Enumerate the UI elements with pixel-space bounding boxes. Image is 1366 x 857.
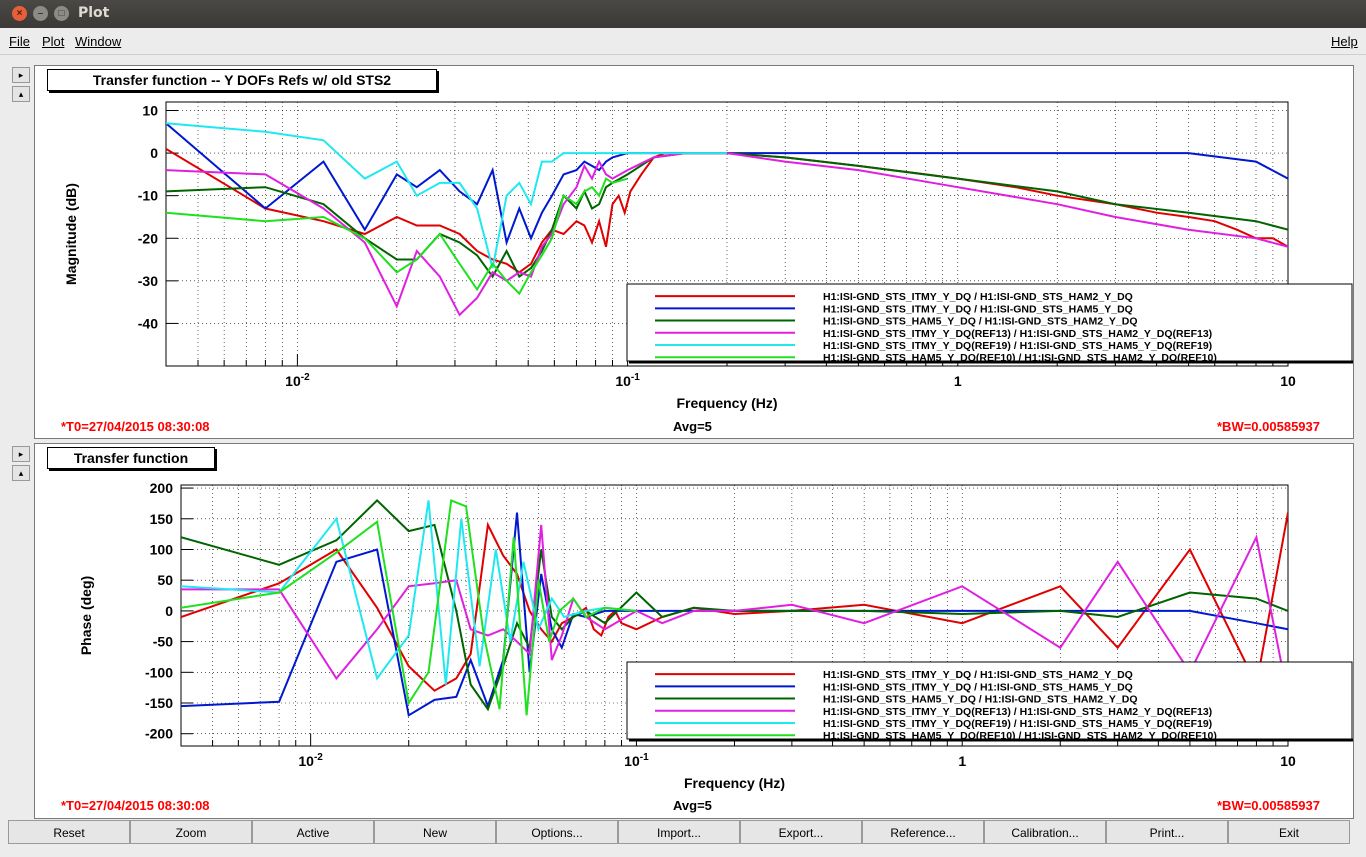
export-button[interactable]: Export...	[740, 820, 862, 844]
menu-help-label: Help	[1331, 34, 1358, 49]
minimize-icon[interactable]: –	[33, 6, 48, 21]
pad1-bw: *BW=0.00585937	[1217, 419, 1320, 434]
reference-button[interactable]: Reference...	[862, 820, 984, 844]
mag-xtick-label: 1	[954, 373, 962, 389]
pad1-title: Transfer function -- Y DOFs Refs w/ old …	[92, 72, 392, 88]
pad2-avg: Avg=5	[673, 798, 712, 813]
menu-window-label: Window	[75, 34, 122, 49]
mag-ytick-label: -10	[138, 188, 158, 204]
menu-bar: File Plot Window Help	[0, 28, 1366, 55]
phase-ytick-label: 50	[157, 572, 173, 588]
pad1-t0: *T0=27/04/2015 08:30:08	[61, 419, 210, 434]
mag-legend-label-3: H1:ISI-GND_STS_ITMY_Y_DQ(REF13) / H1:ISI…	[823, 328, 1212, 340]
options-button[interactable]: Options...	[496, 820, 618, 844]
plot-pad-phase[interactable]: 200 150 100 50 0 -50 -100 -150 -200 10-2 10-1 1 10 Fr…	[34, 443, 1354, 819]
phase-xtick-label: 1	[958, 753, 966, 769]
mag-yaxis-label: Magnitude (dB)	[63, 183, 79, 285]
pad1-expand-up-icon[interactable]: ▴	[12, 86, 30, 102]
calibration-button[interactable]: Calibration...	[984, 820, 1106, 844]
pad2-t0: *T0=27/04/2015 08:30:08	[61, 798, 210, 813]
import-button[interactable]: Import...	[618, 820, 740, 844]
menu-plot[interactable]: Plot	[42, 34, 64, 49]
phase-ytick-label: -50	[153, 634, 173, 650]
button-bar: Reset Zoom Active New Options... Import.…	[8, 820, 1358, 846]
mag-xtick-label: 10-2	[285, 372, 310, 389]
phase-ytick-label: 150	[150, 511, 174, 527]
mag-ytick-label: -40	[138, 315, 158, 331]
pad2-title: Transfer function	[73, 450, 189, 466]
mag-xtick-label: 10	[1280, 373, 1296, 389]
mag-xaxis-label: Frequency (Hz)	[676, 395, 777, 411]
close-icon[interactable]: ×	[12, 6, 27, 21]
zoom-button[interactable]: Zoom	[130, 820, 252, 844]
reset-button[interactable]: Reset	[8, 820, 130, 844]
pad2-bw: *BW=0.00585937	[1217, 798, 1320, 813]
new-button[interactable]: New	[374, 820, 496, 844]
mag-xtick-label: 10-1	[615, 372, 640, 389]
mag-ytick-label: -30	[138, 273, 158, 289]
phase-ytick-label: -150	[145, 695, 173, 711]
phase-legend-label-4: H1:ISI-GND_STS_ITMY_Y_DQ(REF19) / H1:ISI…	[823, 718, 1212, 730]
phase-xtick-label: 10-2	[298, 752, 323, 769]
menu-help[interactable]: Help	[1331, 34, 1358, 49]
pad2-expand-up-icon[interactable]: ▴	[12, 465, 30, 481]
phase-xtick-label: 10	[1280, 753, 1296, 769]
maximize-icon[interactable]: □	[54, 6, 69, 21]
phase-chart: 200 150 100 50 0 -50 -100 -150 -200 10-2 10-1 1 10 Fr…	[78, 480, 1353, 791]
phase-ytick-label: -100	[145, 664, 173, 680]
phase-legend-label-5: H1:ISI-GND_STS_HAM5_Y_DQ(REF10) / H1:ISI…	[823, 730, 1217, 742]
mag-legend-label-0: H1:ISI-GND_STS_ITMY_Y_DQ / H1:ISI-GND_ST…	[823, 291, 1133, 303]
mag-ytick-label: 0	[150, 145, 158, 161]
mag-ytick-label: -20	[138, 230, 158, 246]
phase-ytick-label: 0	[165, 603, 173, 619]
mag-legend-label-2: H1:ISI-GND_STS_HAM5_Y_DQ / H1:ISI-GND_ST…	[823, 316, 1138, 328]
window-titlebar: × – □ Plot	[0, 0, 1366, 28]
magnitude-chart: 10 0 -10 -20 -30 -40 10-2 10-1 1 10 Frequency (Hz)…	[63, 101, 1353, 411]
phase-ytick-label: 100	[150, 541, 174, 557]
pad1-expand-right-icon[interactable]: ▸	[12, 67, 30, 83]
phase-ytick-label: -200	[145, 726, 173, 742]
menu-file-label: File	[9, 34, 30, 49]
menu-plot-label: Plot	[42, 34, 65, 49]
phase-xaxis-label: Frequency (Hz)	[684, 775, 785, 791]
menu-file[interactable]: File	[9, 34, 30, 49]
mag-ytick-label: 10	[142, 103, 158, 119]
mag-legend-label-4: H1:ISI-GND_STS_ITMY_Y_DQ(REF19) / H1:ISI…	[823, 340, 1212, 352]
phase-legend-label-0: H1:ISI-GND_STS_ITMY_Y_DQ / H1:ISI-GND_ST…	[823, 669, 1133, 681]
mag-legend-label-1: H1:ISI-GND_STS_ITMY_Y_DQ / H1:ISI-GND_ST…	[823, 303, 1133, 315]
phase-yaxis-label: Phase (deg)	[78, 576, 94, 655]
plot-pad-magnitude[interactable]: 10 0 -10 -20 -30 -40 10-2 10-1 1 10 Frequency (Hz)…	[34, 65, 1354, 439]
window-title: Plot	[78, 5, 110, 21]
pad1-title-box: Transfer function -- Y DOFs Refs w/ old …	[47, 69, 437, 91]
phase-legend-label-1: H1:ISI-GND_STS_ITMY_Y_DQ / H1:ISI-GND_ST…	[823, 681, 1133, 693]
mag-legend-label-5: H1:ISI-GND_STS_HAM5_Y_DQ(REF10) / H1:ISI…	[823, 352, 1217, 364]
pad2-expand-right-icon[interactable]: ▸	[12, 446, 30, 462]
phase-ytick-label: 200	[150, 480, 174, 496]
print-button[interactable]: Print...	[1106, 820, 1228, 844]
active-button[interactable]: Active	[252, 820, 374, 844]
pad1-avg: Avg=5	[673, 419, 712, 434]
phase-xtick-label: 10-1	[624, 752, 649, 769]
phase-legend-label-2: H1:ISI-GND_STS_HAM5_Y_DQ / H1:ISI-GND_ST…	[823, 694, 1138, 706]
phase-legend-label-3: H1:ISI-GND_STS_ITMY_Y_DQ(REF13) / H1:ISI…	[823, 706, 1212, 718]
exit-button[interactable]: Exit	[1228, 820, 1350, 844]
menu-window[interactable]: Window	[75, 34, 121, 49]
pad2-title-box: Transfer function	[47, 447, 215, 469]
